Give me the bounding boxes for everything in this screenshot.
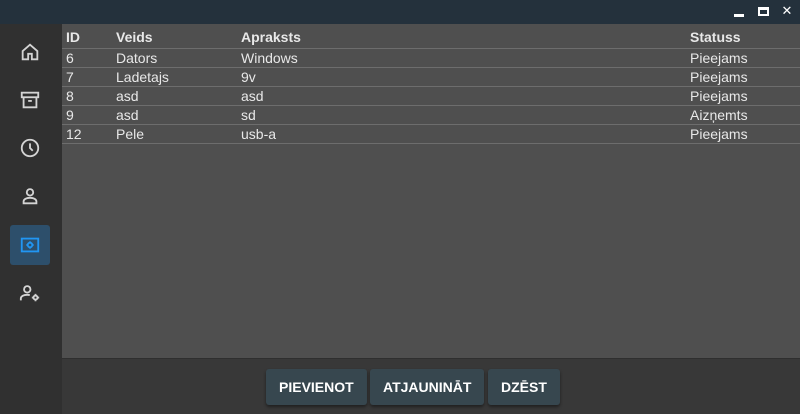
cell-status: Pieejams <box>686 86 800 106</box>
cell-status: Pieejams <box>686 124 800 144</box>
cell-description: 9v <box>237 67 686 87</box>
cell-description: usb-a <box>237 124 686 144</box>
equipment-table: ID Veids Apraksts Statuss 6 Dators Windo… <box>62 24 800 144</box>
cell-status: Pieejams <box>686 67 800 87</box>
sidebar-item-devices[interactable] <box>10 225 50 265</box>
cell-id: 12 <box>62 124 112 144</box>
table-row[interactable]: 9 asd sd Aizņemts <box>62 105 800 125</box>
table-row[interactable]: 6 Dators Windows Pieejams <box>62 48 800 68</box>
cell-type: Dators <box>112 48 237 68</box>
clock-icon <box>20 138 40 158</box>
cell-type: Pele <box>112 124 237 144</box>
cell-description: Windows <box>237 48 686 68</box>
cell-id: 6 <box>62 48 112 68</box>
title-bar: ✕ <box>0 0 800 24</box>
sidebar-item-archive[interactable] <box>10 80 50 120</box>
action-bar: PIEVIENOT ATJAUNINĀT DZĒST <box>62 358 800 414</box>
column-header-id[interactable]: ID <box>62 24 112 49</box>
cell-description: asd <box>237 86 686 106</box>
cell-status: Pieejams <box>686 48 800 68</box>
sidebar-item-users[interactable] <box>10 176 50 216</box>
cell-id: 9 <box>62 105 112 125</box>
home-icon <box>21 43 39 61</box>
sidebar-item-user-settings[interactable] <box>10 273 50 313</box>
table-row[interactable]: 7 Ladetajs 9v Pieejams <box>62 67 800 87</box>
minimize-icon <box>734 14 744 17</box>
sidebar-item-history[interactable] <box>10 128 50 168</box>
archive-icon <box>20 91 40 109</box>
column-header-status[interactable]: Statuss <box>686 24 800 49</box>
cell-type: asd <box>112 86 237 106</box>
delete-button[interactable]: DZĒST <box>488 369 560 405</box>
maximize-button[interactable] <box>754 3 772 21</box>
add-button[interactable]: PIEVIENOT <box>266 369 367 405</box>
update-button[interactable]: ATJAUNINĀT <box>370 369 485 405</box>
user-icon <box>22 188 38 205</box>
table-area: ID Veids Apraksts Statuss 6 Dators Windo… <box>62 24 800 358</box>
cell-description: sd <box>237 105 686 125</box>
column-header-type[interactable]: Veids <box>112 24 237 49</box>
table-row[interactable]: 8 asd asd Pieejams <box>62 86 800 106</box>
cell-id: 7 <box>62 67 112 87</box>
column-header-description[interactable]: Apraksts <box>237 24 686 49</box>
table-row[interactable]: 12 Pele usb-a Pieejams <box>62 124 800 144</box>
sidebar <box>0 24 62 414</box>
cell-type: asd <box>112 105 237 125</box>
cell-id: 8 <box>62 86 112 106</box>
sidebar-item-home[interactable] <box>10 32 50 72</box>
cell-type: Ladetajs <box>112 67 237 87</box>
table-header-row: ID Veids Apraksts Statuss <box>62 24 800 49</box>
minimize-button[interactable] <box>730 3 748 21</box>
maximize-icon <box>757 7 769 16</box>
close-icon: ✕ <box>781 4 793 19</box>
cell-status: Aizņemts <box>686 105 800 125</box>
device-settings-icon <box>20 237 40 253</box>
close-button[interactable]: ✕ <box>778 3 796 21</box>
user-settings-icon <box>19 285 40 302</box>
